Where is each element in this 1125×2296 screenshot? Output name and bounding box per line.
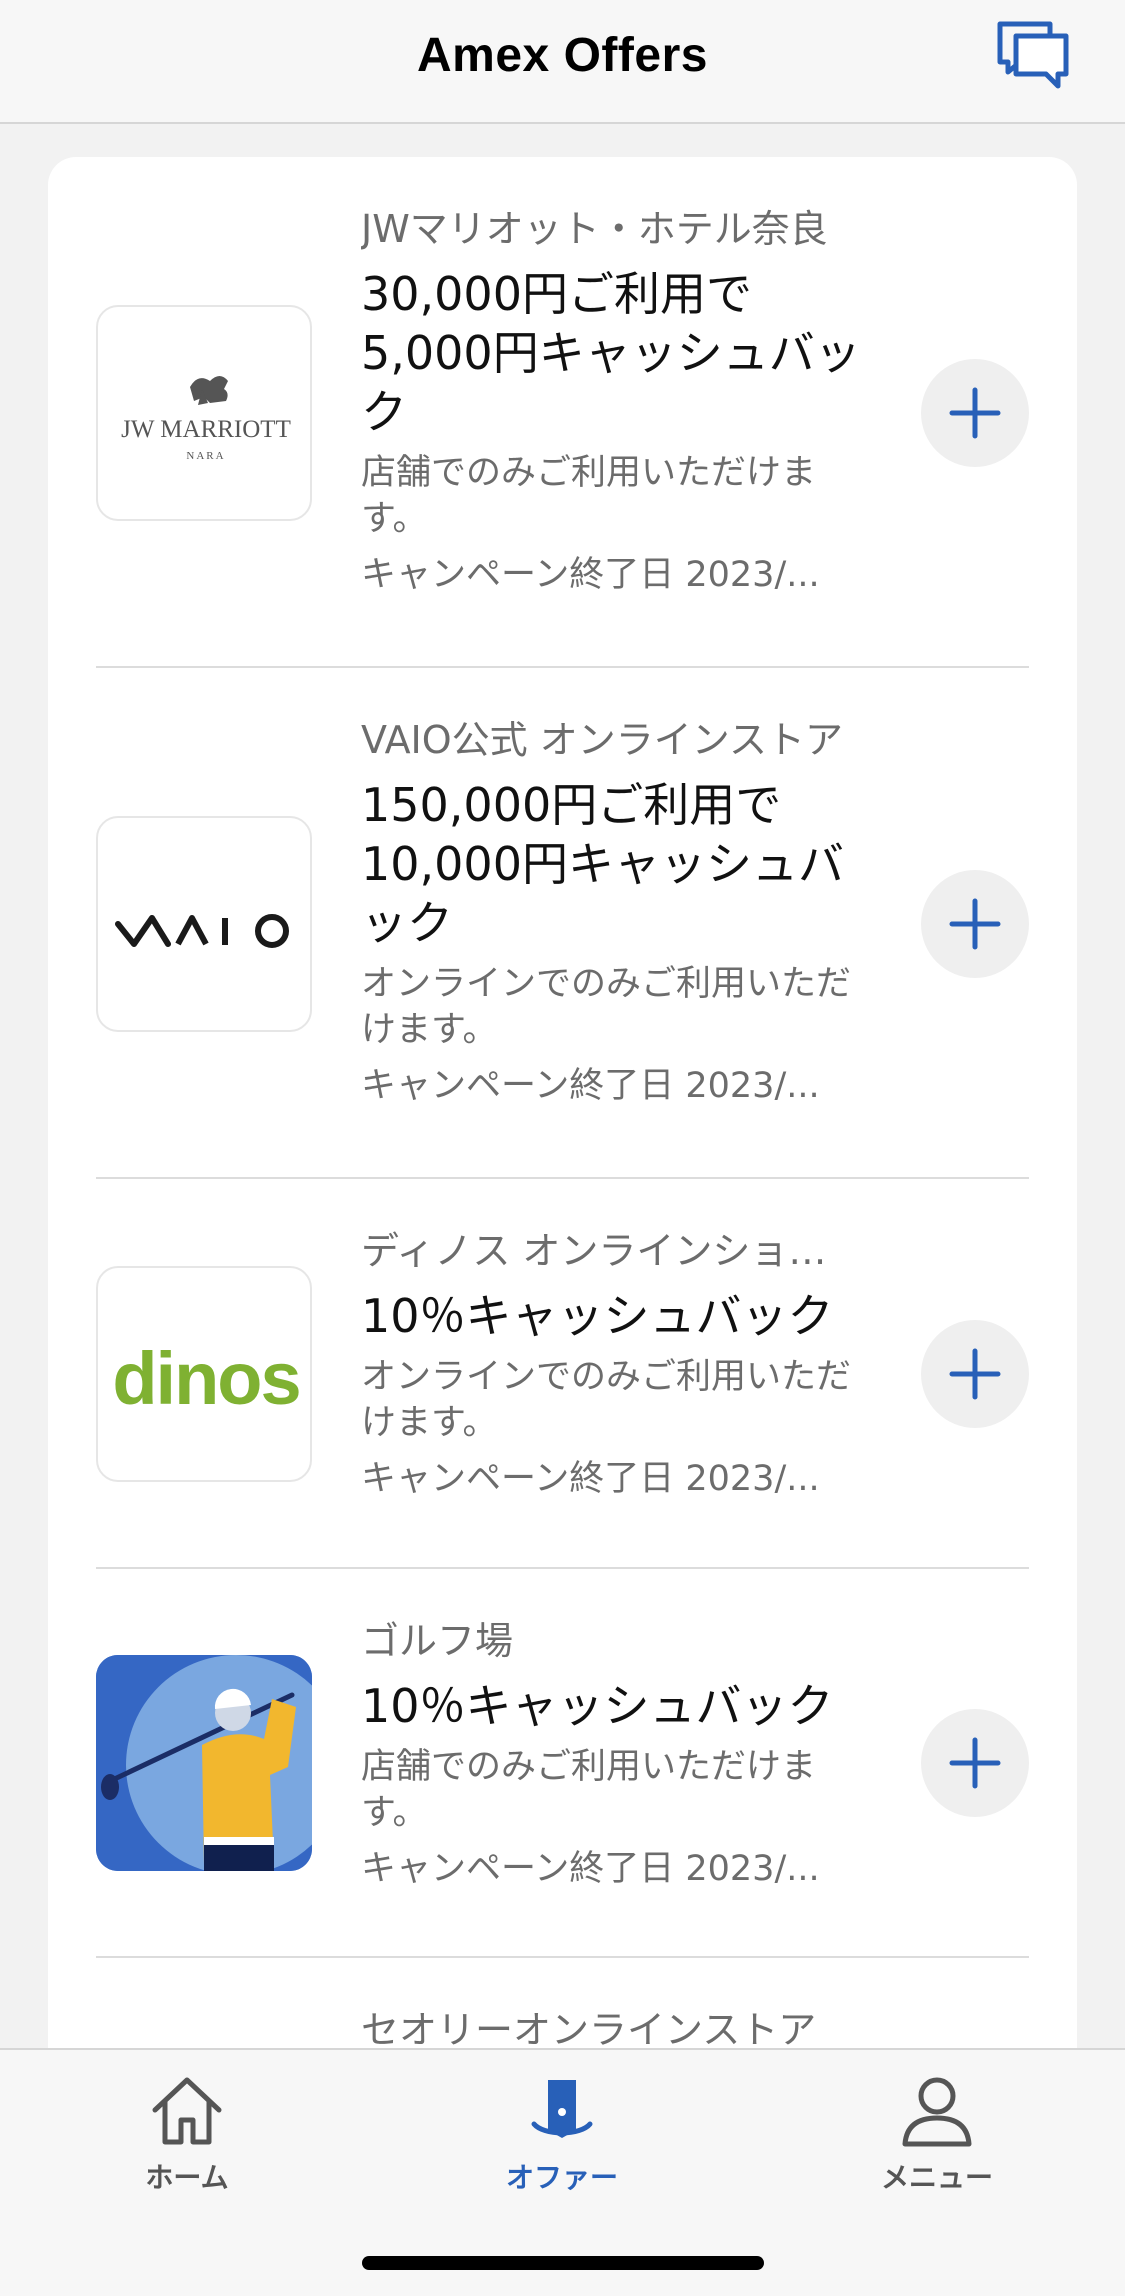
merchant-logo: JW MARRIOTT NARA: [96, 305, 312, 521]
offer-headline: 10％キャッシュバック: [361, 1679, 834, 1733]
offer-description: オンラインでのみご利用いただけます。: [361, 1357, 852, 1443]
divider: [96, 1567, 1029, 1569]
home-indicator: [362, 2256, 764, 2270]
merchant-name: JWマリオット・ホテル奈良: [361, 207, 828, 251]
add-offer-button[interactable]: [921, 1709, 1029, 1817]
offer-end-date: キャンペーン終了日 2023/...: [361, 1066, 820, 1106]
merchant-name: VAIO公式 オンラインストア: [361, 718, 843, 762]
plus-icon: [949, 1737, 1001, 1789]
logo-text: dinos: [112, 1337, 299, 1420]
divider: [96, 1956, 1029, 1958]
home-icon: [152, 2077, 222, 2145]
plus-icon: [949, 898, 1001, 950]
merchant-name: ディノス オンラインショップ: [361, 1229, 861, 1273]
divider: [96, 1177, 1029, 1179]
offer-description: オンラインでのみご利用いただけます。: [361, 964, 852, 1050]
tab-label: オファー: [505, 2161, 618, 2194]
tab-home[interactable]: ホーム: [87, 2068, 287, 2196]
chat-icon[interactable]: [994, 18, 1074, 98]
add-offer-button[interactable]: [921, 359, 1029, 467]
golfer-illustration: [96, 1655, 312, 1871]
offer-headline: 150,000円ご利用で10,000円キャッシュバック: [361, 778, 844, 950]
offer-headline: 30,000円ご利用で5,000円キャッシュバック: [361, 267, 861, 439]
logo-text: VAIO: [205, 1006, 208, 1009]
offer-tag-icon: [531, 2080, 593, 2138]
tab-label: メニュー: [880, 2161, 993, 2194]
plus-icon: [949, 1348, 1001, 1400]
tab-label: ホーム: [145, 2161, 229, 2194]
person-icon: [902, 2077, 972, 2147]
divider: [96, 666, 1029, 668]
offer-headline: 10％キャッシュバック: [361, 1289, 834, 1343]
offer-description: 店舗でのみご利用いただけます。: [361, 1747, 817, 1833]
offer-description: 店舗でのみご利用いただけます。: [361, 453, 817, 539]
plus-icon: [949, 387, 1001, 439]
merchant-logo: VAIO: [96, 816, 312, 1032]
tab-menu[interactable]: メニュー: [837, 2068, 1037, 2196]
add-offer-button[interactable]: [921, 870, 1029, 978]
logo-subtext: NARA: [186, 450, 225, 462]
top-bar: Amex Offers: [0, 0, 1125, 124]
tab-offers[interactable]: オファー: [462, 2068, 662, 2196]
page-title: Amex Offers: [417, 29, 708, 82]
merchant-logo: dinos: [96, 1266, 312, 1482]
logo-text: JW MARRIOTT: [121, 416, 291, 443]
offer-end-date: キャンペーン終了日 2023/...: [361, 555, 820, 595]
offer-end-date: キャンペーン終了日 2023/...: [361, 1459, 820, 1499]
merchant-name: セオリーオンラインストア: [361, 2008, 817, 2052]
merchant-name: ゴルフ場: [361, 1619, 514, 1663]
merchant-logo: [96, 1655, 312, 1871]
add-offer-button[interactable]: [921, 1320, 1029, 1428]
offer-end-date: キャンペーン終了日 2023/...: [361, 1849, 820, 1889]
